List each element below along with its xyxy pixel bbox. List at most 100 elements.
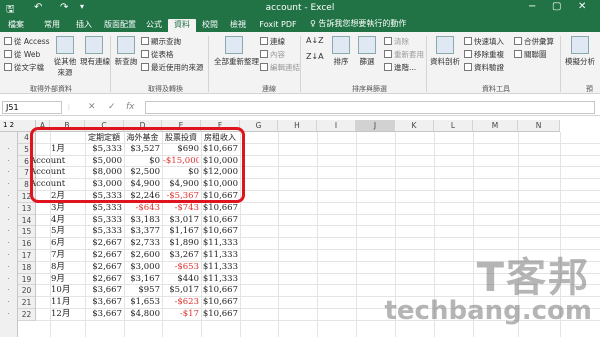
clear-button[interactable]: 清除 [384, 36, 409, 47]
tab-data[interactable]: 資料 [168, 19, 196, 32]
restore-button[interactable]: ▢ [552, 1, 561, 12]
cell[interactable] [37, 262, 48, 274]
cell[interactable]: $10,667 [202, 285, 238, 297]
data-validation-button[interactable]: 資料驗證 [464, 62, 504, 73]
properties-button[interactable]: 內容 [260, 49, 285, 60]
consolidate-button[interactable]: 合併彙算 [514, 36, 554, 47]
sort-az-icon[interactable]: A↓Z [306, 36, 324, 45]
cell[interactable]: $2,667 [86, 274, 122, 286]
cell[interactable]: -$643 [125, 203, 160, 215]
cell[interactable]: $2,667 [86, 250, 122, 262]
row-header[interactable]: 13 [18, 202, 36, 215]
cell[interactable]: $1,167 [163, 226, 199, 238]
text-to-columns-button[interactable]: 資料剖析 [430, 36, 460, 67]
tab-file[interactable]: 檔案 [4, 19, 28, 32]
cell[interactable]: $10,667 [202, 203, 238, 215]
cell[interactable]: 6月 [51, 238, 83, 250]
cell[interactable]: $11,333 [202, 274, 238, 286]
cell[interactable]: 10月 [51, 285, 83, 297]
column-header-l[interactable]: L [434, 120, 473, 132]
cell[interactable]: $3,667 [86, 297, 122, 309]
row-header[interactable]: 20 [18, 285, 36, 298]
row-header[interactable]: 14 [18, 214, 36, 227]
cell[interactable] [37, 226, 48, 238]
column-header-h[interactable]: H [278, 120, 317, 132]
filter-button[interactable]: 篩選 [356, 36, 378, 67]
row-header[interactable]: 16 [18, 238, 36, 250]
cell[interactable]: $3,267 [163, 250, 199, 262]
cell[interactable]: $5,333 [86, 203, 122, 215]
cell[interactable]: $3,017 [163, 215, 199, 227]
tab-review[interactable]: 校閱 [198, 19, 222, 32]
outline-level-icon[interactable]: 1 2 [3, 121, 14, 129]
from-access-button[interactable]: 從 Access [4, 36, 50, 47]
column-header-n[interactable]: N [518, 120, 560, 132]
cell[interactable]: $440 [163, 274, 199, 286]
cell[interactable]: 8月 [51, 262, 83, 274]
cell[interactable] [37, 285, 48, 297]
cell[interactable]: $11,333 [202, 238, 238, 250]
reapply-button[interactable]: 重新套用 [384, 49, 424, 60]
cell[interactable]: $4,800 [125, 309, 160, 321]
cell[interactable] [37, 238, 48, 250]
column-header-i[interactable]: I [317, 120, 356, 132]
cell[interactable]: $10,667 [202, 309, 238, 321]
cell[interactable]: $2,733 [125, 238, 160, 250]
close-button[interactable]: ✕ [578, 1, 586, 12]
sort-button[interactable]: 排序 [330, 36, 352, 67]
cell[interactable]: $1,890 [163, 238, 199, 250]
cell[interactable] [37, 297, 48, 309]
cell[interactable]: $3,667 [86, 285, 122, 297]
column-header-g[interactable]: G [240, 120, 278, 132]
column-header-m[interactable]: M [473, 120, 518, 132]
tab-home[interactable]: 常用 [40, 19, 64, 32]
cell[interactable]: $3,377 [125, 226, 160, 238]
advanced-button[interactable]: 進階... [384, 62, 416, 73]
row-header[interactable]: 15 [18, 226, 36, 239]
formula-input[interactable] [145, 101, 595, 114]
minimize-button[interactable]: − [528, 1, 536, 12]
cell[interactable]: $3,167 [125, 274, 160, 286]
cell[interactable]: $2,667 [86, 262, 122, 274]
new-query-button[interactable]: 新查詢 [114, 36, 138, 67]
cell[interactable]: -$653 [163, 262, 199, 274]
cell[interactable] [37, 274, 48, 286]
flash-fill-button[interactable]: 快速填入 [464, 36, 504, 47]
cell[interactable]: 7月 [51, 250, 83, 262]
cell[interactable]: 5月 [51, 226, 83, 238]
cell[interactable] [37, 309, 48, 321]
cell[interactable]: -$623 [163, 297, 199, 309]
row-header[interactable]: 18 [18, 261, 36, 274]
name-box[interactable]: J51 [2, 101, 62, 114]
other-sources-button[interactable]: 從其他來源 [52, 36, 78, 78]
cell[interactable]: $5,333 [86, 215, 122, 227]
cell[interactable]: $11,333 [202, 250, 238, 262]
remove-duplicates-button[interactable]: 移除重複 [464, 49, 504, 60]
column-header-j[interactable]: J [356, 120, 395, 132]
refresh-all-button[interactable]: 全部重新整理 [214, 36, 259, 67]
cell[interactable] [37, 203, 48, 215]
tell-me-search[interactable]: ♀ 告訴我您想要執行的動作 [310, 18, 406, 29]
cell[interactable]: $2,667 [86, 238, 122, 250]
cancel-icon[interactable]: ✕ [88, 102, 96, 112]
cell[interactable]: $3,000 [125, 262, 160, 274]
insert-function-icon[interactable]: fx [126, 102, 135, 112]
relationships-button[interactable]: 關聯圖 [514, 49, 547, 60]
from-web-button[interactable]: 從 Web [4, 49, 40, 60]
cell[interactable]: $10,667 [202, 215, 238, 227]
edit-links-button[interactable]: 編輯連結 [260, 62, 300, 73]
what-if-analysis-button[interactable]: 模擬分析 [563, 36, 597, 67]
cell[interactable] [37, 215, 48, 227]
cell[interactable] [37, 250, 48, 262]
cell[interactable]: 4月 [51, 215, 83, 227]
cell[interactable]: $1,653 [125, 297, 160, 309]
row-header[interactable]: 19 [18, 273, 36, 286]
tab-foxit-pdf[interactable]: Foxit PDF [256, 19, 300, 32]
cell[interactable]: 9月 [51, 274, 83, 286]
cell[interactable]: -$743 [163, 203, 199, 215]
cell[interactable]: $10,667 [202, 297, 238, 309]
cell[interactable]: $11,333 [202, 262, 238, 274]
cell[interactable]: $10,667 [202, 226, 238, 238]
cell[interactable]: $3,667 [86, 309, 122, 321]
cell[interactable]: 12月 [51, 309, 83, 321]
